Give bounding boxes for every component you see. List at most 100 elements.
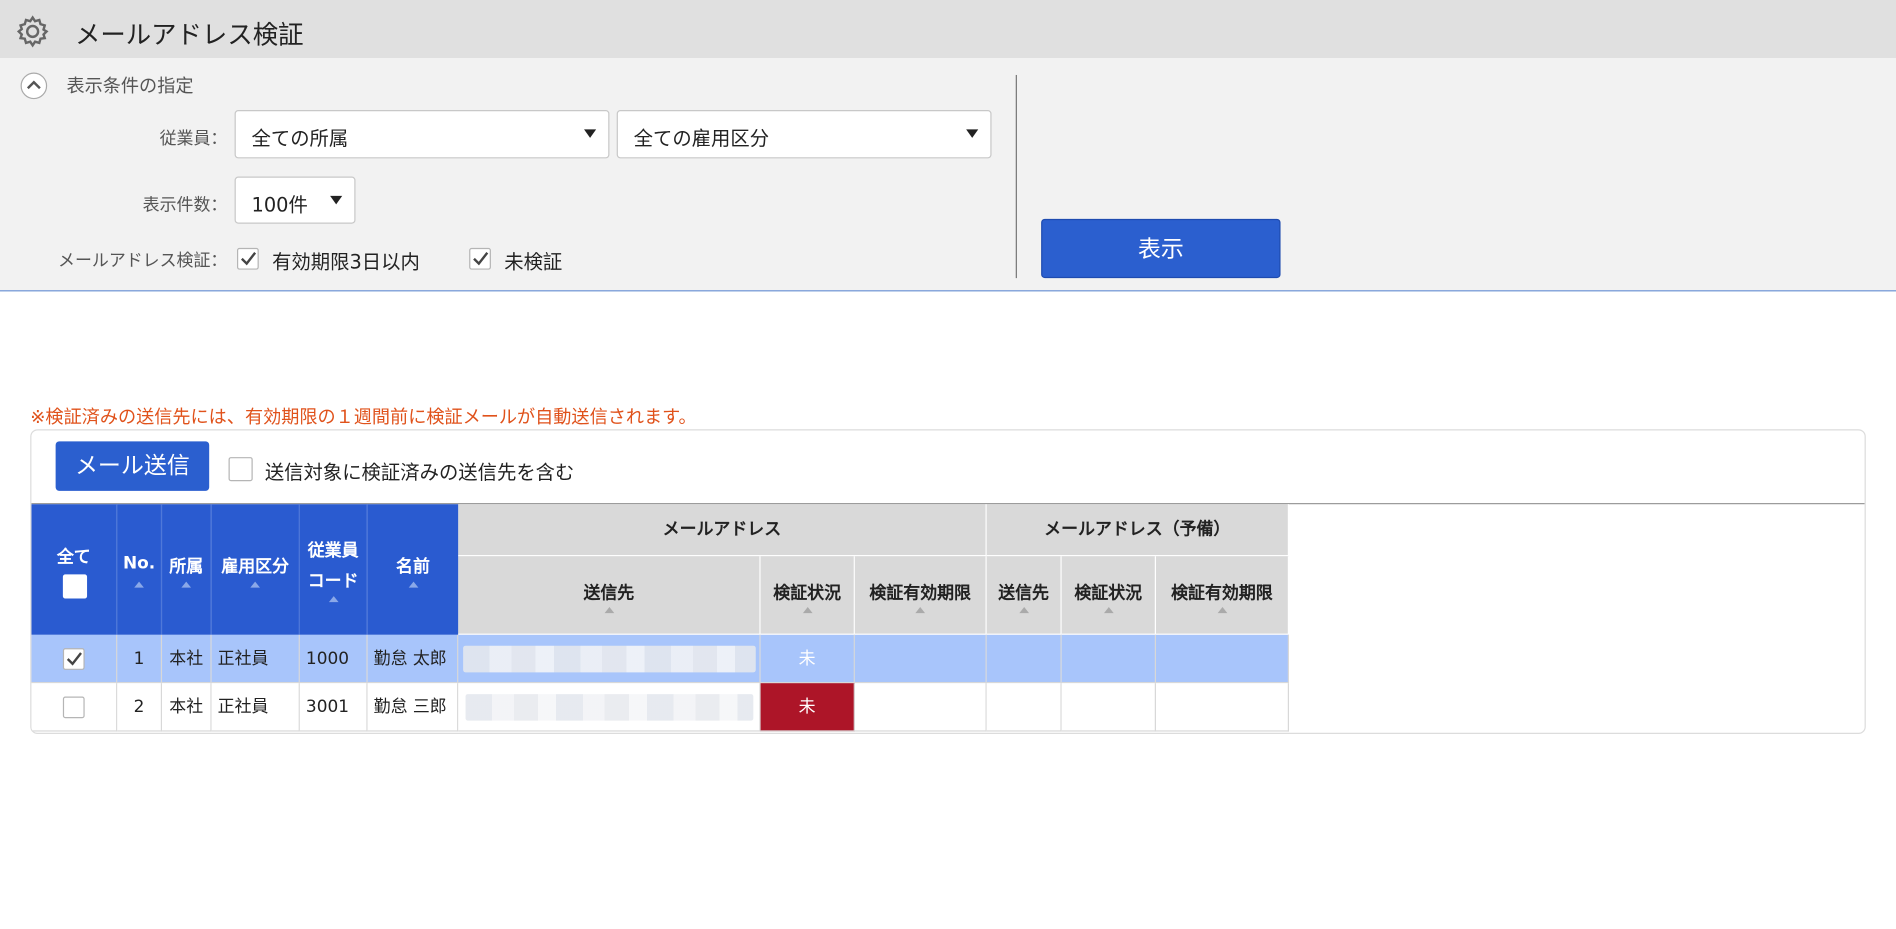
- sort-icon: [250, 581, 260, 588]
- row-checkbox[interactable]: [62, 696, 85, 719]
- header-employee-code[interactable]: 従業員 コード: [299, 504, 368, 635]
- include-verified-checkbox[interactable]: [228, 457, 253, 482]
- row-code: 1000: [299, 634, 368, 684]
- filter-section-title: 表示条件の指定: [66, 74, 194, 97]
- show-button[interactable]: 表示: [1041, 218, 1281, 279]
- dropdown-arrow-icon: [330, 195, 343, 205]
- header-recipient-label: 送信先: [583, 584, 635, 604]
- row-backup-recipient: [986, 683, 1062, 732]
- sort-icon: [408, 581, 418, 588]
- row-expiry: [854, 683, 987, 732]
- header-select-all: 全て: [31, 504, 118, 635]
- row-recipient: [458, 683, 761, 732]
- gear-icon[interactable]: [16, 15, 50, 49]
- row-name: 勤怠 太郎: [367, 634, 459, 684]
- auto-send-notice: ※検証済みの送信先には、有効期限の１週間前に検証メールが自動送信されます。: [30, 406, 697, 429]
- header-employee-code-label-1: 従業員: [307, 541, 359, 562]
- header-email-backup-group: メールアドレス（予備）: [986, 504, 1290, 557]
- header-employment-type[interactable]: 雇用区分: [211, 504, 300, 635]
- count-select[interactable]: 100件: [234, 176, 356, 224]
- checkmark-icon: [66, 652, 82, 666]
- employee-label: 従業員：: [159, 129, 228, 149]
- header-backup-expiry-label: 検証有効期限: [1171, 584, 1273, 604]
- header-affiliation-label: 所属: [169, 557, 204, 577]
- row-checkbox-cell: [31, 634, 118, 684]
- header-backup-status[interactable]: 検証状況: [1061, 556, 1156, 635]
- header-status-label: 検証状況: [773, 584, 841, 604]
- employment-type-select[interactable]: 全ての雇用区分: [616, 110, 992, 159]
- employment-type-select-value: 全ての雇用区分: [633, 126, 770, 150]
- checkmark-icon: [240, 251, 257, 266]
- row-backup-status: [1061, 634, 1156, 684]
- sort-icon: [603, 607, 614, 614]
- unverified-checkbox[interactable]: [469, 247, 491, 270]
- sort-icon: [1103, 607, 1114, 614]
- expiry-3days-label: 有効期限3日以内: [272, 250, 420, 274]
- sort-icon: [915, 607, 926, 614]
- header-backup-recipient-label: 送信先: [998, 584, 1049, 604]
- divider: [1015, 74, 1017, 279]
- row-checkbox-cell: [31, 683, 118, 732]
- row-backup-recipient: [986, 634, 1062, 684]
- count-label: 表示件数：: [142, 195, 228, 216]
- header-name-label: 名前: [396, 557, 430, 577]
- header-expiry[interactable]: 検証有効期限: [854, 556, 987, 635]
- filter-panel: 表示条件の指定 従業員： 全ての所属 全ての雇用区分 表示件数： 100件 メー…: [0, 58, 1896, 292]
- dropdown-arrow-icon: [966, 129, 979, 138]
- header-employee-code-label-2: コード: [307, 571, 359, 592]
- row-status: 未: [760, 634, 855, 684]
- redacted-email: [463, 645, 756, 673]
- sort-icon: [181, 581, 192, 588]
- header-backup-status-label: 検証状況: [1074, 584, 1143, 604]
- row-code: 3001: [299, 683, 368, 732]
- row-status-unverified: 未: [760, 683, 855, 732]
- chevron-up-icon: [26, 80, 41, 90]
- header-recipient[interactable]: 送信先: [458, 556, 761, 635]
- header-affiliation[interactable]: 所属: [162, 504, 212, 635]
- sort-icon: [1217, 607, 1227, 614]
- header-employment-type-label: 雇用区分: [221, 557, 289, 577]
- row-no: 1: [117, 634, 163, 684]
- header-email-group: メールアドレス: [458, 504, 987, 557]
- row-recipient: [458, 634, 761, 684]
- affiliation-select[interactable]: 全ての所属: [234, 110, 610, 159]
- row-employment-type: 正社員: [211, 634, 300, 684]
- page-title: メールアドレス検証: [74, 20, 304, 50]
- row-affiliation: 本社: [162, 634, 212, 684]
- title-bar: メールアドレス検証: [0, 0, 1896, 59]
- row-backup-expiry: [1155, 634, 1290, 684]
- row-employment-type: 正社員: [211, 683, 300, 732]
- row-affiliation: 本社: [162, 683, 212, 732]
- row-expiry: [854, 634, 987, 684]
- verify-label: メールアドレス検証：: [58, 251, 228, 271]
- select-all-checkbox[interactable]: [62, 574, 88, 599]
- row-backup-status: [1061, 683, 1156, 732]
- affiliation-select-value: 全ての所属: [251, 126, 349, 150]
- row-checkbox[interactable]: [62, 648, 85, 670]
- header-backup-recipient[interactable]: 送信先: [986, 556, 1062, 635]
- expiry-3days-checkbox[interactable]: [237, 247, 259, 270]
- row-name: 勤怠 三郎: [367, 683, 459, 732]
- header-expiry-label: 検証有効期限: [869, 584, 971, 604]
- header-backup-expiry[interactable]: 検証有効期限: [1155, 556, 1290, 635]
- header-no-label: No.: [122, 553, 156, 574]
- include-verified-label: 送信対象に検証済みの送信先を含む: [264, 460, 575, 484]
- unverified-label: 未検証: [504, 250, 563, 274]
- header-no[interactable]: No.: [117, 504, 163, 635]
- count-select-value: 100件: [251, 193, 308, 217]
- header-status[interactable]: 検証状況: [760, 556, 855, 635]
- dropdown-arrow-icon: [584, 129, 597, 138]
- sort-icon: [328, 596, 338, 603]
- send-mail-button[interactable]: メール送信: [55, 441, 210, 491]
- row-backup-expiry: [1155, 683, 1290, 732]
- redacted-email: [465, 694, 754, 721]
- checkmark-icon: [473, 251, 489, 266]
- collapse-toggle-button[interactable]: [20, 72, 48, 100]
- header-name[interactable]: 名前: [367, 504, 459, 635]
- sort-icon: [802, 607, 812, 614]
- results-panel: メール送信 送信対象に検証済みの送信先を含む 全て No. 所属 雇用区分 従業…: [30, 429, 1866, 734]
- sort-icon: [134, 581, 144, 588]
- sort-icon: [1018, 607, 1029, 614]
- row-no: 2: [117, 683, 163, 732]
- header-all-label: 全て: [56, 547, 91, 568]
